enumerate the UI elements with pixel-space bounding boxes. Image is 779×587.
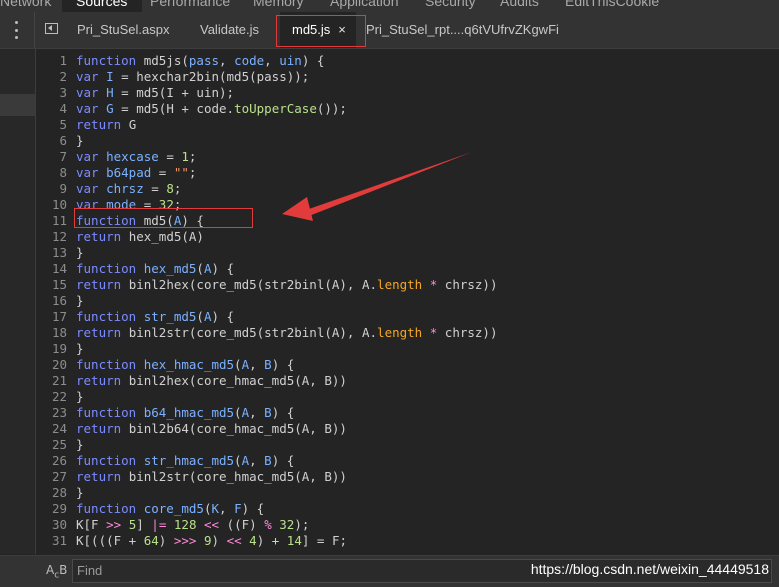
match-case-icon[interactable]: AcB — [46, 563, 67, 580]
watermark: https://blog.csdn.net/weixin_44449518 — [530, 561, 769, 577]
find-placeholder: Find — [77, 563, 103, 578]
annotation-arrow — [282, 152, 472, 221]
find-bar: AcB Find https://blog.csdn.net/weixin_44… — [0, 555, 779, 587]
